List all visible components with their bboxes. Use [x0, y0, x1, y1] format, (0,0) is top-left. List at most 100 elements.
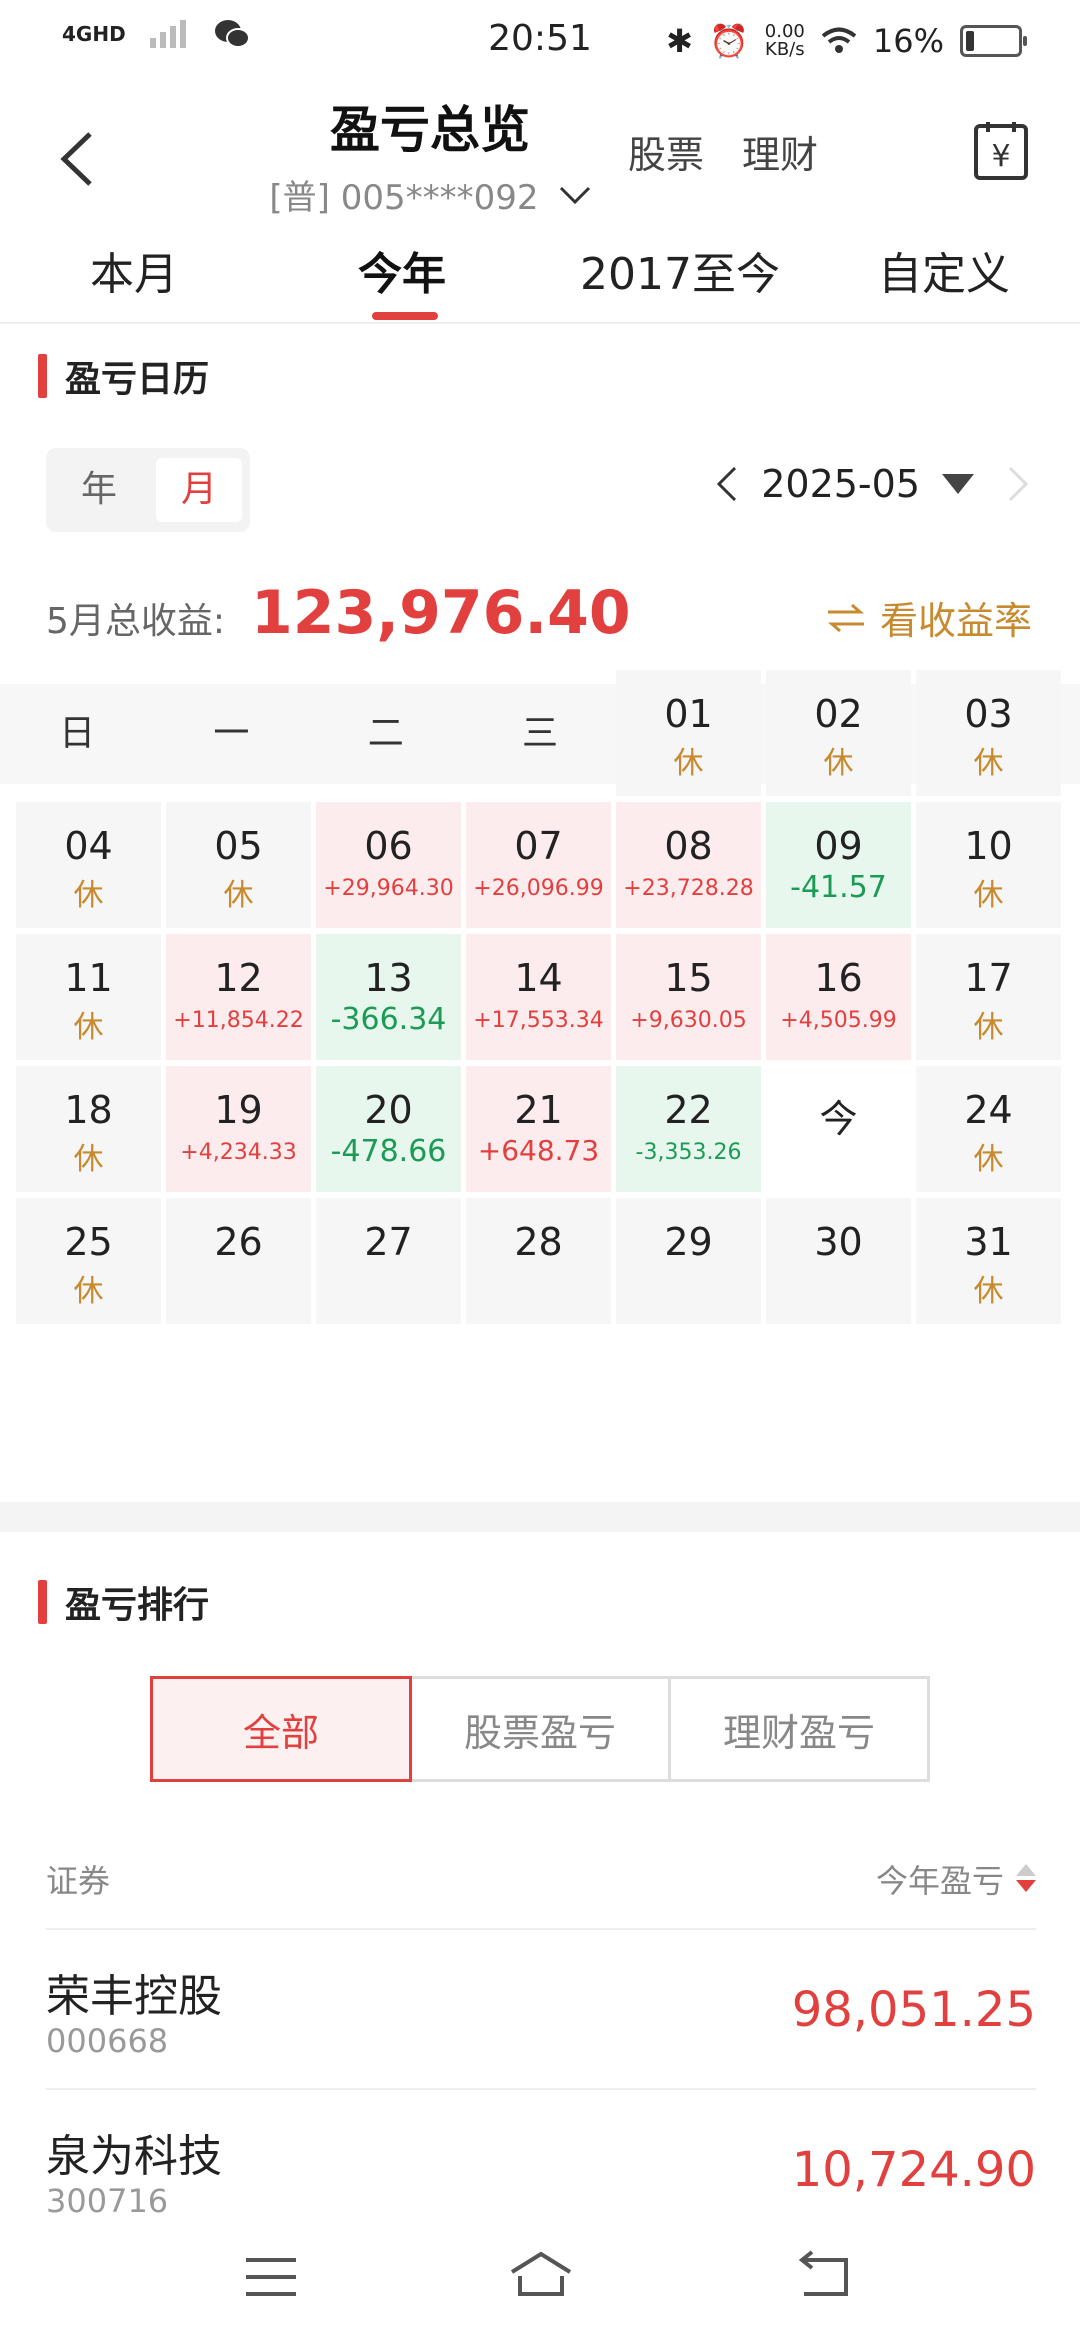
next-month-icon[interactable] [996, 464, 1036, 504]
view-rate-link[interactable]: 看收益率 [826, 590, 1032, 645]
calendar-day[interactable]: 03 休 [916, 670, 1061, 796]
ranking-section-title: 盈亏排行 [38, 1576, 209, 1628]
wifi-icon [821, 27, 857, 53]
day-number: 07 [514, 824, 563, 868]
calendar-day[interactable]: 05 休 [166, 802, 311, 928]
period-tabs: 本月 今年 2017至今 自定义 [0, 220, 1080, 324]
toggle-year[interactable]: 年 [56, 458, 142, 522]
day-number: 31 [964, 1220, 1013, 1264]
day-pl: -3,353.26 [635, 1140, 742, 1165]
status-bar: 4GHD 20:51 ✱ ⏰ 0.00 KB/s 16% [0, 0, 1080, 84]
calendar-day[interactable]: 10 休 [916, 802, 1061, 928]
holiday-label: 休 [73, 878, 104, 913]
calendar-day[interactable]: 16 +4,505.99 [766, 934, 911, 1060]
calendar-day[interactable]: 07 +26,096.99 [466, 802, 611, 928]
link-stocks[interactable]: 股票 [628, 124, 704, 179]
holiday-label: 休 [973, 878, 1004, 913]
month-total: 5月总收益: 123,976.40 [46, 578, 631, 648]
menu-icon[interactable] [236, 2242, 306, 2312]
day-number: 14 [514, 956, 563, 1000]
filter-all[interactable]: 全部 [150, 1676, 412, 1782]
net-speed: 0.00 KB/s [764, 21, 805, 60]
calendar-day[interactable]: 26 [166, 1198, 311, 1324]
total-value: 123,976.40 [251, 578, 631, 648]
calendar-day[interactable]: 13 -366.34 [316, 934, 461, 1060]
calendar-day[interactable]: 22 -3,353.26 [616, 1066, 761, 1192]
tab-this-month[interactable]: 本月 [90, 238, 178, 302]
section-marker [38, 1580, 47, 1624]
account-selector[interactable]: [普] 005****092 [250, 170, 610, 219]
day-number: 09 [814, 824, 863, 868]
day-pl: +648.73 [477, 1134, 600, 1167]
home-icon[interactable] [506, 2242, 576, 2312]
security-pl: 98,051.25 [791, 1982, 1036, 2038]
receipt-icon[interactable]: ¥ [972, 120, 1030, 182]
day-number: 05 [214, 824, 263, 868]
link-finance[interactable]: 理财 [742, 124, 818, 179]
calendar-day[interactable]: 08 +23,728.28 [616, 802, 761, 928]
month-navigator: 2025-05 [715, 462, 1036, 506]
day-number: 今 [819, 1097, 858, 1141]
day-pl: -478.66 [330, 1134, 447, 1169]
calendar-day[interactable]: 25 休 [16, 1198, 161, 1324]
calendar-day[interactable]: 30 [766, 1198, 911, 1324]
day-pl: +4,234.33 [180, 1140, 297, 1165]
day-pl: +9,630.05 [630, 1008, 747, 1033]
calendar-day[interactable]: 24 休 [916, 1066, 1061, 1192]
day-number: 20 [364, 1088, 413, 1132]
calendar-day[interactable]: 14 +17,553.34 [466, 934, 611, 1060]
prev-month-icon[interactable] [715, 464, 739, 504]
back-icon[interactable] [52, 124, 102, 194]
calendar-day[interactable]: 02 休 [766, 670, 911, 796]
calendar-day[interactable]: 15 +9,630.05 [616, 934, 761, 1060]
day-pl: -366.34 [330, 1002, 447, 1037]
calendar-day[interactable]: 27 [316, 1198, 461, 1324]
day-pl: +11,854.22 [173, 1008, 304, 1033]
bluetooth-icon: ✱ [666, 22, 693, 60]
day-pl: +23,728.28 [623, 876, 754, 901]
calendar-day[interactable]: 01 休 [616, 670, 761, 796]
battery-icon [960, 25, 1027, 57]
security-pl: 10,724.90 [791, 2142, 1036, 2198]
calendar-day[interactable]: 28 [466, 1198, 611, 1324]
day-pl: +26,096.99 [473, 876, 604, 901]
back-nav-icon[interactable] [790, 2242, 860, 2312]
calendar-day[interactable]: 29 [616, 1198, 761, 1324]
table-row[interactable]: 荣丰控股 000668 98,051.25 [46, 1928, 1036, 2088]
tab-since-2017[interactable]: 2017至今 [580, 238, 780, 302]
day-number: 13 [364, 956, 413, 1000]
calendar-day[interactable]: 12 +11,854.22 [166, 934, 311, 1060]
security-code: 000668 [46, 2022, 169, 2060]
filter-finance[interactable]: 理财盈亏 [668, 1676, 930, 1782]
col-security: 证券 [46, 1862, 111, 1900]
calendar-day[interactable]: 17 休 [916, 934, 1061, 1060]
section-marker [38, 354, 47, 398]
calendar-day[interactable]: 20 -478.66 [316, 1066, 461, 1192]
calendar-day[interactable]: 21 +648.73 [466, 1066, 611, 1192]
day-pl: +17,553.34 [473, 1008, 604, 1033]
calendar-day[interactable]: 11 休 [16, 934, 161, 1060]
calendar-day[interactable]: 今 [766, 1066, 911, 1192]
weekday-label: 三 [521, 713, 558, 754]
filter-stock[interactable]: 股票盈亏 [409, 1676, 671, 1782]
status-right: ✱ ⏰ 0.00 KB/s 16% [666, 21, 1027, 60]
month-dropdown-icon[interactable] [942, 474, 974, 494]
tab-custom[interactable]: 自定义 [878, 238, 1010, 302]
system-nav-bar [0, 2220, 1080, 2340]
calendar-day[interactable]: 04 休 [16, 802, 161, 928]
day-number: 16 [814, 956, 863, 1000]
toggle-month[interactable]: 月 [156, 458, 242, 522]
svg-text:¥: ¥ [991, 139, 1010, 174]
ranking-list-header: 证券 今年盈亏 [46, 1856, 1036, 1902]
calendar-day[interactable]: 19 +4,234.33 [166, 1066, 311, 1192]
sort-icon [1016, 1862, 1036, 1896]
calendar-day[interactable]: 06 +29,964.30 [316, 802, 461, 928]
tab-this-year[interactable]: 今年 [358, 238, 446, 302]
day-pl: +29,964.30 [323, 876, 454, 901]
security-name: 泉为科技 [46, 2131, 222, 2182]
month-picker[interactable]: 2025-05 [761, 462, 920, 506]
calendar-day[interactable]: 31 休 [916, 1198, 1061, 1324]
calendar-day[interactable]: 09 -41.57 [766, 802, 911, 928]
calendar-day[interactable]: 18 休 [16, 1066, 161, 1192]
sort-by-pl[interactable]: 今年盈亏 [876, 1856, 1036, 1902]
